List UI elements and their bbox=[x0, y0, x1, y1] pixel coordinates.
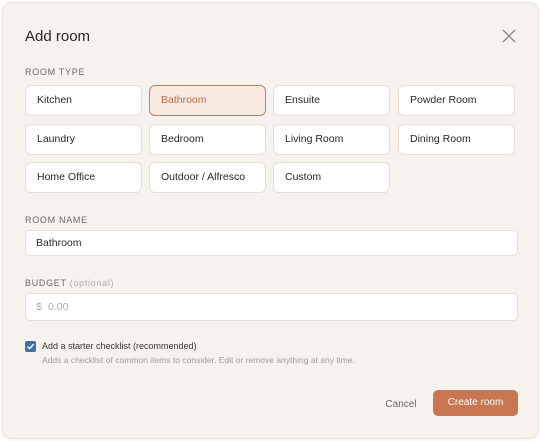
close-icon[interactable] bbox=[500, 27, 518, 45]
room-name-label: ROOM NAME bbox=[25, 215, 88, 225]
room-type-kitchen[interactable]: Kitchen bbox=[25, 85, 142, 116]
room-type-laundry[interactable]: Laundry bbox=[25, 124, 142, 155]
room-type-living-room[interactable]: Living Room bbox=[273, 124, 390, 155]
cancel-button[interactable]: Cancel bbox=[377, 395, 425, 415]
budget-label-text: BUDGET bbox=[25, 278, 67, 288]
create-room-button[interactable]: Create room bbox=[433, 390, 518, 416]
room-type-powder-room[interactable]: Powder Room bbox=[398, 85, 515, 116]
room-type-home-office[interactable]: Home Office bbox=[25, 162, 142, 193]
currency-symbol: $ bbox=[36, 301, 42, 313]
dialog-title: Add room bbox=[25, 28, 91, 45]
room-type-dining-room[interactable]: Dining Room bbox=[398, 124, 515, 155]
budget-optional-text: (optional) bbox=[69, 278, 115, 288]
room-type-custom[interactable]: Custom bbox=[273, 162, 390, 193]
add-room-dialog: Add room ROOM TYPE Kitchen Bathroom Ensu… bbox=[3, 3, 538, 438]
starter-checklist-checkbox[interactable] bbox=[25, 341, 36, 352]
room-type-outdoor-alfresco[interactable]: Outdoor / Alfresco bbox=[149, 162, 266, 193]
room-name-input[interactable]: Bathroom bbox=[25, 230, 518, 256]
room-type-ensuite[interactable]: Ensuite bbox=[273, 85, 390, 116]
checkmark-icon bbox=[27, 343, 35, 350]
starter-checklist-label: Add a starter checklist (recommended) bbox=[42, 341, 197, 351]
room-type-bedroom[interactable]: Bedroom bbox=[149, 124, 266, 155]
room-type-label: ROOM TYPE bbox=[25, 67, 86, 77]
budget-input[interactable]: $ 0.00 bbox=[25, 293, 518, 321]
budget-label: BUDGET (optional) bbox=[25, 278, 114, 288]
starter-checklist-help: Adds a checklist of common items to cons… bbox=[42, 355, 355, 365]
budget-placeholder: 0.00 bbox=[48, 301, 69, 313]
room-type-bathroom[interactable]: Bathroom bbox=[149, 85, 266, 116]
